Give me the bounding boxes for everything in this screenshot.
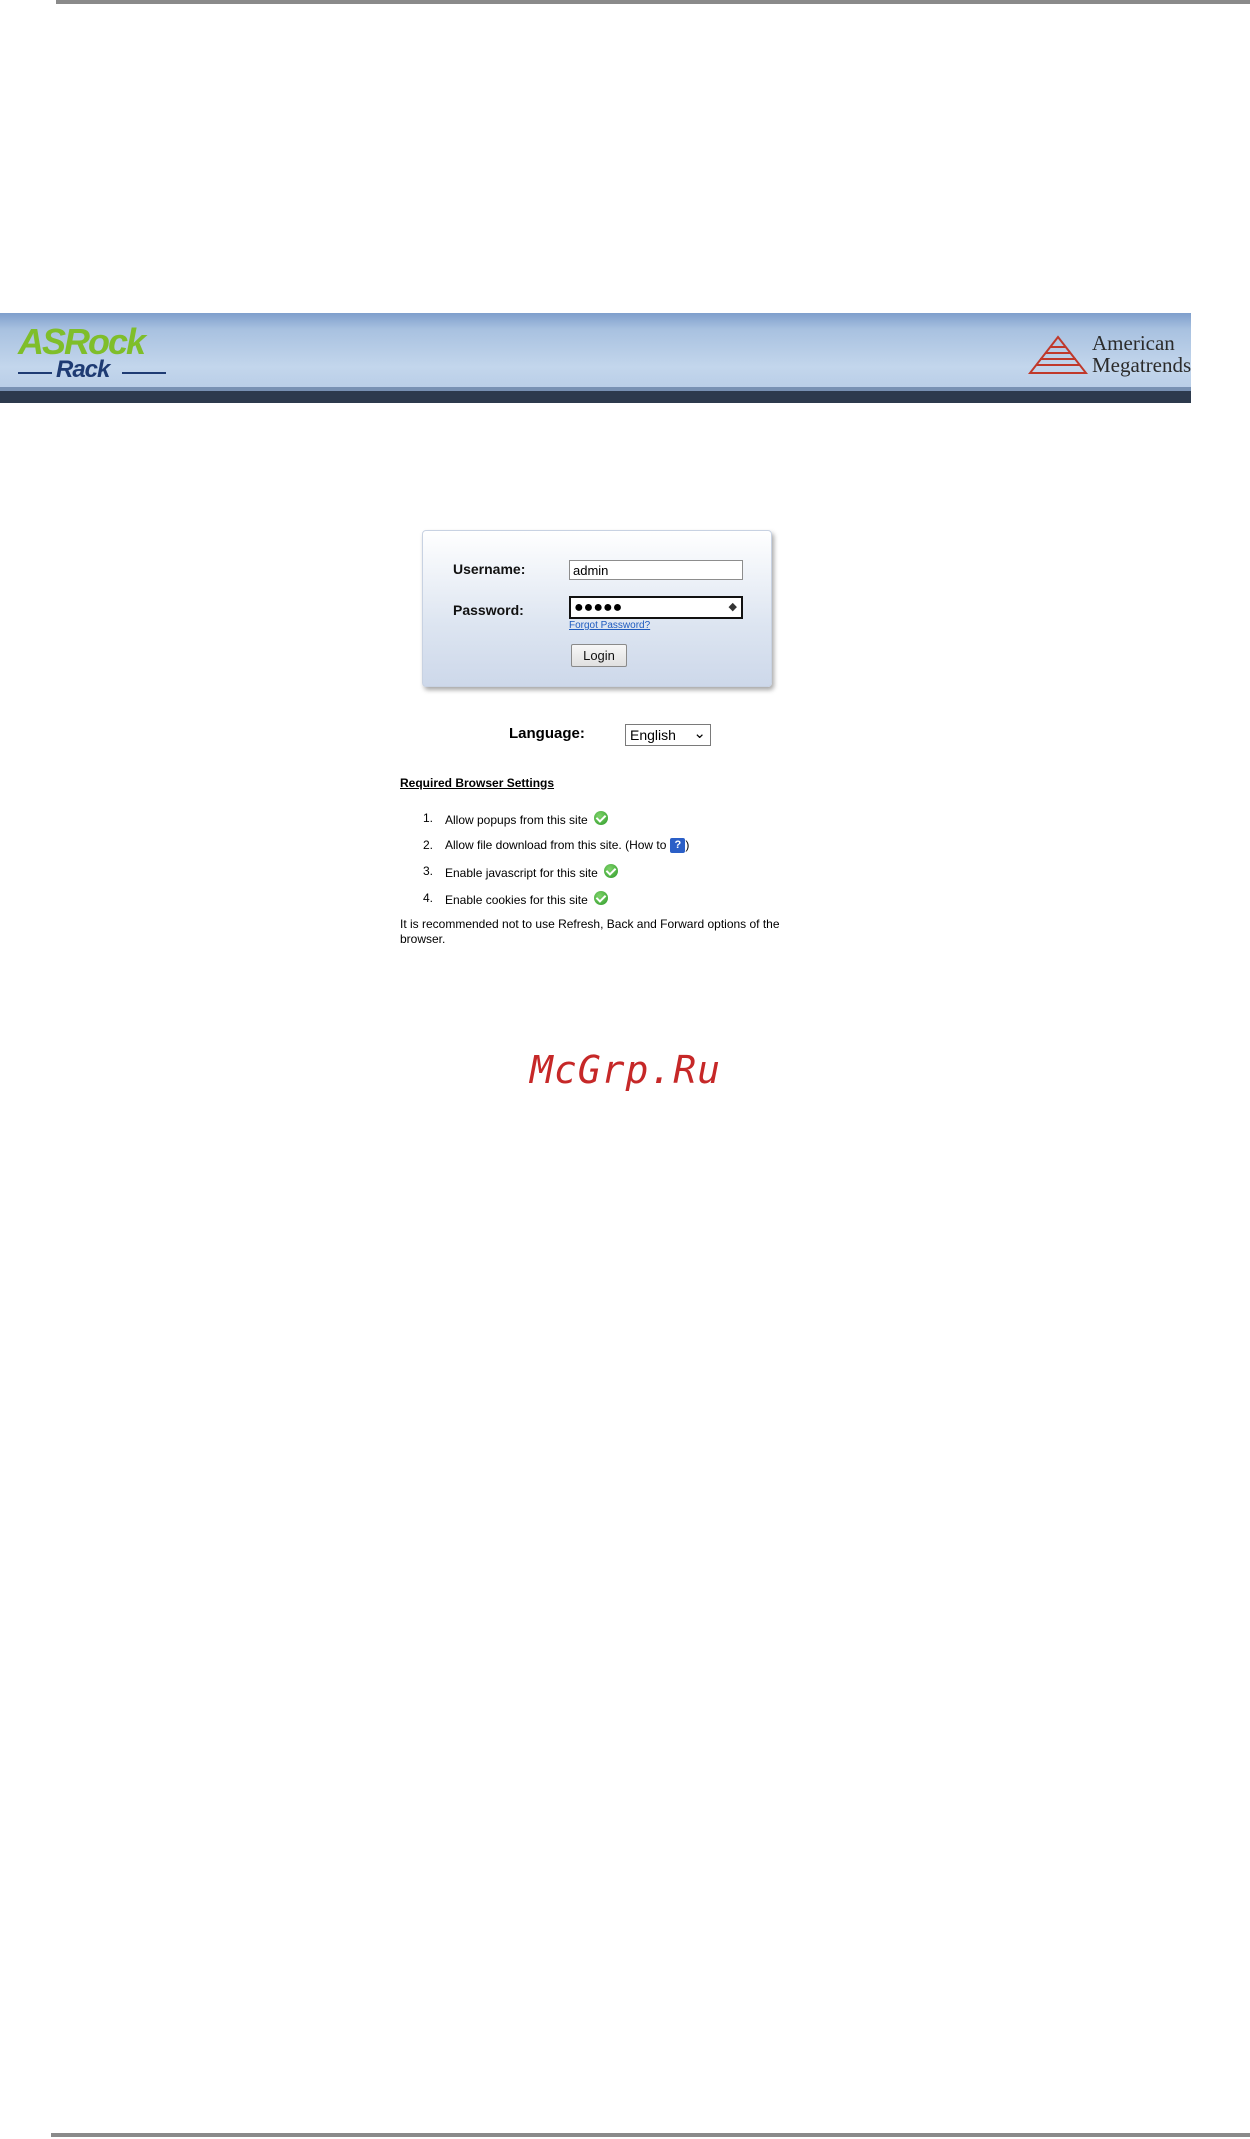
watermark: McGrp.Ru xyxy=(530,1048,722,1092)
reveal-password-icon[interactable]: ◆ xyxy=(729,600,737,613)
rack-logo-text: Rack xyxy=(56,356,110,383)
check-icon xyxy=(603,864,618,878)
list-number: 1. xyxy=(423,811,434,825)
ami-triangle-icon xyxy=(1028,335,1088,374)
list-item: 3. Enable javascript for this site xyxy=(423,859,763,880)
password-masked-value: ●●●●● xyxy=(574,599,623,616)
header-banner: ASRock Rack American Megatrends xyxy=(0,313,1191,403)
banner-bottom-bar xyxy=(0,391,1191,403)
username-label: Username: xyxy=(453,561,526,577)
chevron-down-icon: ⌄ xyxy=(693,725,706,742)
browser-settings-title: Required Browser Settings xyxy=(400,776,555,790)
login-button[interactable]: Login xyxy=(571,644,627,667)
list-item: 4. Enable cookies for this site xyxy=(423,886,763,907)
logo-line-right xyxy=(122,372,166,374)
list-number: 3. xyxy=(423,864,434,878)
language-select[interactable]: English ⌄ xyxy=(625,724,711,746)
list-item: 2. Allow file download from this site. (… xyxy=(423,833,763,853)
login-panel: Username: admin Password: ●●●●● ◆ Forgot… xyxy=(422,530,772,687)
list-text: Enable javascript for this site xyxy=(445,866,598,880)
password-input[interactable]: ●●●●● ◆ xyxy=(569,596,743,619)
top-rule xyxy=(56,0,1250,4)
list-text: Enable cookies for this site xyxy=(445,893,588,907)
check-icon xyxy=(593,891,608,905)
check-icon xyxy=(593,811,608,825)
list-text-suffix: ) xyxy=(685,838,690,852)
list-number: 4. xyxy=(423,891,434,905)
asrock-rack-logo: ASRock Rack xyxy=(18,321,168,383)
language-selected-value: English xyxy=(630,727,676,743)
ami-logo: American Megatrends xyxy=(1028,327,1192,383)
help-icon[interactable]: ? xyxy=(670,838,686,853)
logo-line-left xyxy=(18,372,52,374)
forgot-password-link[interactable]: Forgot Password? xyxy=(569,620,650,631)
password-label: Password: xyxy=(453,602,524,618)
list-number: 2. xyxy=(423,838,434,852)
language-label: Language: xyxy=(509,725,585,742)
list-item: 1. Allow popups from this site xyxy=(423,806,763,827)
username-input[interactable]: admin xyxy=(569,560,743,580)
ami-logo-text-2: Megatrends xyxy=(1092,353,1192,377)
browser-note: It is recommended not to use Refresh, Ba… xyxy=(400,917,780,946)
list-text: Allow popups from this site xyxy=(445,813,588,827)
list-text: Allow file download from this site. (How… xyxy=(445,838,667,852)
bottom-rule xyxy=(51,2133,1250,2137)
